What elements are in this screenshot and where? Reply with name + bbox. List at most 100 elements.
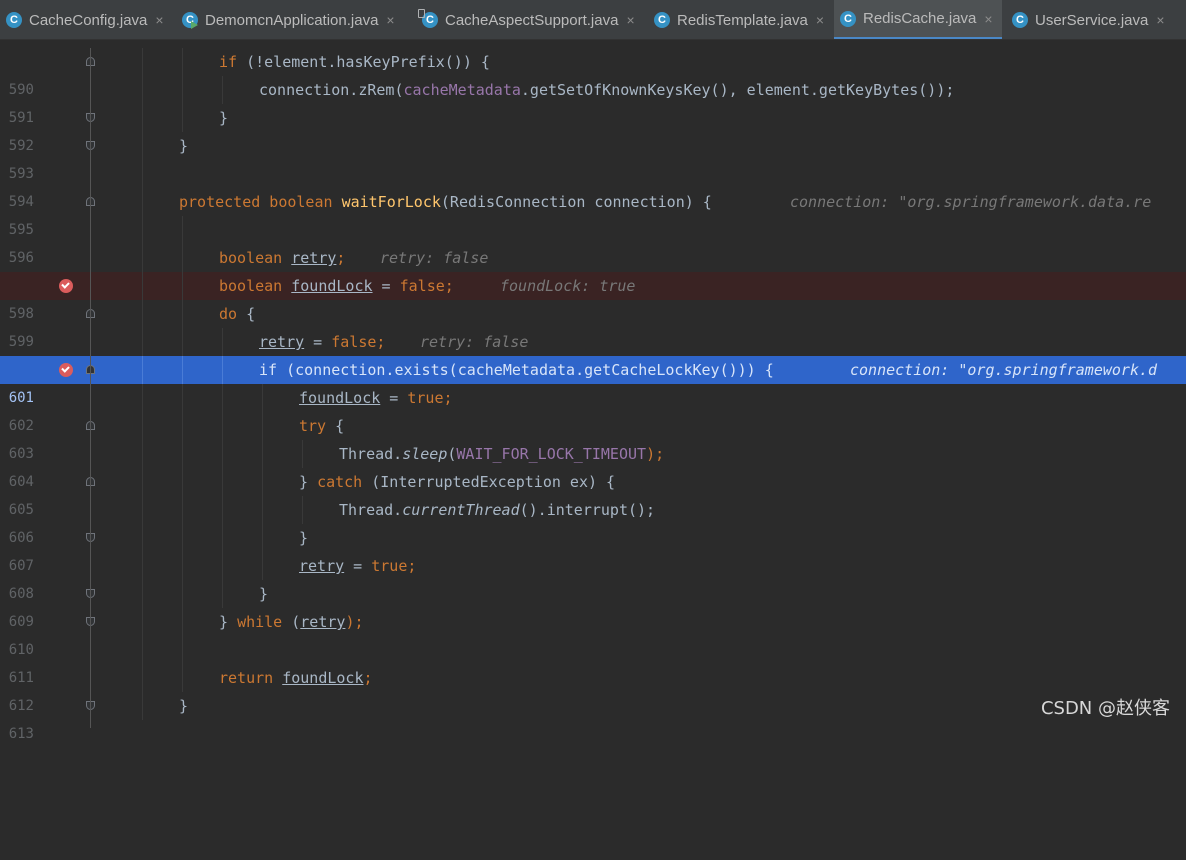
variable: retry: [300, 613, 346, 631]
code-text: do {: [219, 300, 255, 328]
code-token: ;: [363, 669, 373, 687]
code-text: connection.zRem(cacheMetadata.getSetOfKn…: [259, 76, 954, 104]
code-token: .getCacheLockKey())) {: [575, 361, 774, 379]
code-line[interactable]: 600 retry = false; retry: false: [0, 328, 1186, 378]
code-token: {: [237, 305, 256, 323]
tab-label: RedisCache.java: [863, 10, 977, 27]
code-line[interactable]: 608 retry = true;: [0, 552, 1186, 602]
keyword: if: [259, 361, 278, 379]
close-icon[interactable]: ×: [816, 12, 824, 28]
code-line[interactable]: 613 }: [0, 692, 1186, 742]
static-method: sleep: [402, 445, 448, 463]
code-line[interactable]: 595 protected boolean waitForLock(RedisC…: [0, 188, 1186, 238]
code-token: ().interrupt();: [519, 501, 656, 519]
code-line[interactable]: 602 foundLock = true;: [0, 384, 1186, 434]
code-token: );: [345, 613, 364, 631]
indent-guide: [142, 524, 143, 552]
code-editor[interactable]: 590 if (!element.hasKeyPrefix()) { 591 c…: [0, 48, 1186, 742]
indent-guide: [142, 48, 143, 76]
close-icon[interactable]: ×: [626, 12, 634, 28]
indent-guide: [142, 412, 143, 440]
code-token: =: [304, 333, 332, 351]
keyword: protected boolean: [179, 193, 342, 211]
code-token: }: [219, 613, 238, 631]
indent-guide: [142, 272, 143, 300]
java-class-icon: C: [6, 12, 22, 28]
code-token: {: [326, 417, 345, 435]
code-token: Thread.: [339, 445, 403, 463]
close-icon[interactable]: ×: [386, 12, 394, 28]
indent-guide: [182, 664, 183, 692]
inline-debug-value: retry: false: [380, 249, 489, 267]
close-icon[interactable]: ×: [155, 12, 163, 28]
code-line[interactable]: 590 if (!element.hasKeyPrefix()) {: [0, 48, 1186, 98]
code-line[interactable]: 611: [0, 636, 1186, 686]
code-line[interactable]: 599 do {: [0, 300, 1186, 350]
breakpoint-icon[interactable]: [59, 279, 73, 293]
code-line-current-execution[interactable]: 601 if (connection.exists(cacheMetadata.…: [0, 356, 1186, 406]
tab-rediscache[interactable]: C RedisCache.java ×: [834, 0, 1002, 39]
indent-guide: [302, 440, 303, 468]
indent-guide: [142, 300, 143, 328]
code-line[interactable]: 610 } while (retry);: [0, 608, 1186, 658]
code-line[interactable]: 606 Thread.currentThread().interrupt();: [0, 496, 1186, 546]
code-token: connection.zRem(: [259, 81, 404, 99]
close-icon[interactable]: ×: [984, 11, 992, 27]
tab-label: DemomcnApplication.java: [205, 11, 379, 29]
code-line[interactable]: 607 }: [0, 524, 1186, 574]
code-text: foundLock = true;: [299, 384, 453, 412]
inline-debug-value: retry: false: [420, 333, 529, 351]
variable: foundLock: [282, 669, 364, 687]
indent-guide: [182, 48, 183, 76]
code-line[interactable]: 605 } catch (InterruptedException ex) {: [0, 468, 1186, 518]
code-token: =: [344, 557, 372, 575]
indent-guide: [222, 552, 223, 580]
code-text: }: [299, 524, 308, 552]
code-line[interactable]: 592 }: [0, 104, 1186, 154]
tab-label: CacheConfig.java: [29, 11, 148, 29]
code-line[interactable]: 596: [0, 216, 1186, 266]
indent-guide: [182, 216, 183, 244]
indent-guide: [182, 328, 183, 356]
indent-guide: [182, 552, 183, 580]
variable: foundLock: [291, 277, 373, 295]
indent-guide: [182, 440, 183, 468]
tab-redistemplate[interactable]: C RedisTemplate.java ×: [648, 0, 832, 39]
indent-guide: [182, 356, 183, 384]
code-line[interactable]: 609 }: [0, 580, 1186, 630]
tab-cacheconfig[interactable]: C CacheConfig.java ×: [0, 0, 172, 39]
code-token: }: [179, 697, 189, 715]
indent-guide: [222, 496, 223, 524]
indent-guide: [262, 412, 263, 440]
java-class-icon: C: [840, 10, 856, 27]
tab-cacheaspectsupport[interactable]: C CacheAspectSupport.java ×: [416, 0, 644, 39]
code-text: boolean foundLock = false;: [219, 272, 454, 300]
code-token: }: [299, 529, 309, 547]
code-token: =: [372, 277, 400, 295]
code-token: Thread.: [339, 501, 403, 519]
code-line[interactable]: 591 connection.zRem(cacheMetadata.getSet…: [0, 76, 1186, 126]
indent-guide: [222, 440, 223, 468]
breakpoint-icon[interactable]: [59, 363, 73, 377]
indent-guide: [142, 76, 143, 104]
field-reference: cacheMetadata: [403, 81, 521, 99]
tab-demomcnapplication[interactable]: C DemomcnApplication.java ×: [176, 0, 410, 39]
variable: retry: [299, 557, 345, 575]
code-text: retry = true;: [299, 552, 416, 580]
indent-guide: [222, 356, 223, 384]
code-line[interactable]: 594: [0, 160, 1186, 210]
tab-userservice[interactable]: C UserService.java ×: [1006, 0, 1186, 39]
indent-guide: [222, 412, 223, 440]
code-line[interactable]: 604 Thread.sleep(WAIT_FOR_LOCK_TIMEOUT);: [0, 440, 1186, 490]
indent-guide: [182, 272, 183, 300]
code-line[interactable]: 597 boolean retry; retry: false: [0, 244, 1186, 294]
code-line[interactable]: 593 }: [0, 132, 1186, 182]
code-text: } catch (InterruptedException ex) {: [299, 468, 615, 496]
code-line[interactable]: 603 try {: [0, 412, 1186, 462]
indent-guide: [182, 496, 183, 524]
code-line-breakpoint[interactable]: 598 boolean foundLock = false; foundLock…: [0, 272, 1186, 322]
close-icon[interactable]: ×: [1156, 12, 1164, 28]
code-text: if (!element.hasKeyPrefix()) {: [219, 48, 490, 76]
code-line[interactable]: 612 return foundLock;: [0, 664, 1186, 714]
tab-label: RedisTemplate.java: [677, 11, 808, 29]
